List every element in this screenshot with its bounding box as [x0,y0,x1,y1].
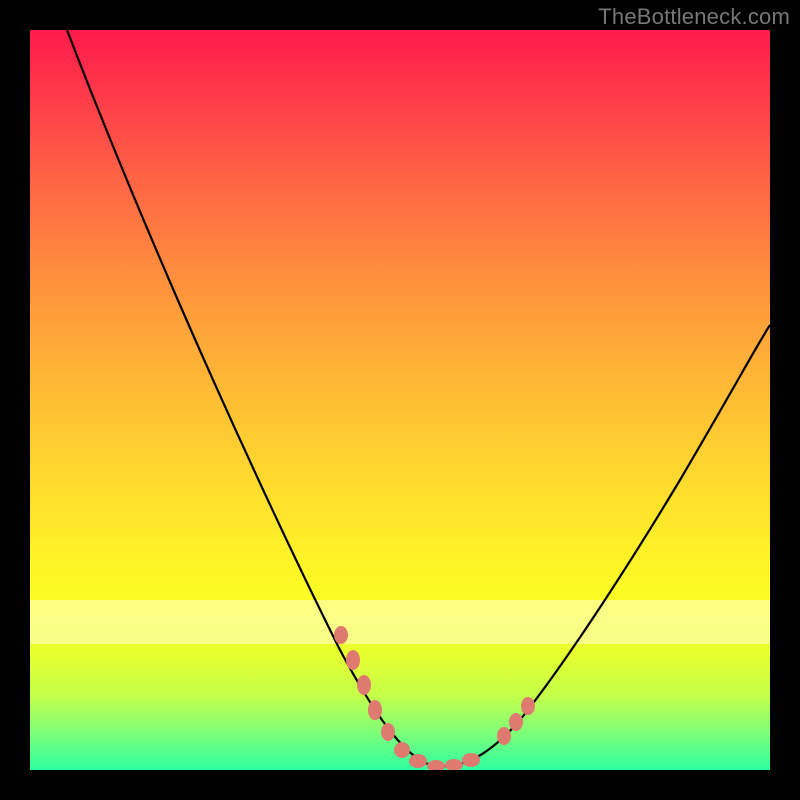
curve-marker [462,753,480,767]
plot-area [30,30,770,770]
chart-frame: TheBottleneck.com [0,0,800,800]
marker-group [334,626,535,770]
curve-marker [497,727,511,745]
curve-marker [509,713,523,731]
curve-marker [334,626,348,644]
curve-marker [368,700,382,720]
curve-marker [427,760,445,770]
curve-marker [445,759,463,770]
curve-marker [521,697,535,715]
curve-marker [346,650,360,670]
curve-marker [394,742,410,758]
curve-marker [357,675,371,695]
curve-layer [30,30,770,770]
watermark-text: TheBottleneck.com [598,4,790,30]
curve-marker [409,754,427,768]
bottleneck-curve [67,30,770,766]
curve-marker [381,723,395,741]
